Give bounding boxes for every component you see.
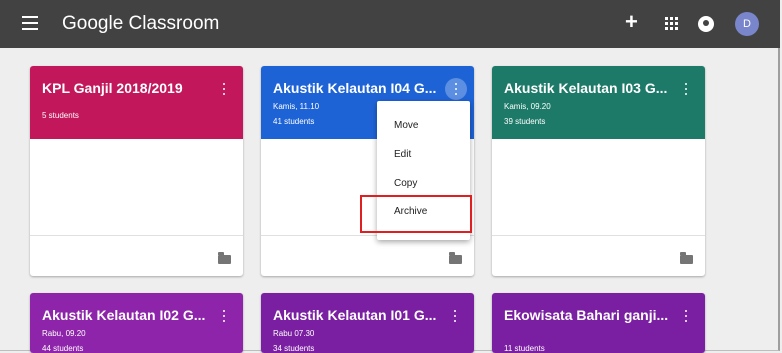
app-title[interactable]: Google Classroom	[62, 13, 219, 35]
student-count: 39 students	[504, 117, 546, 126]
card-schedule: Rabu 07.30	[273, 329, 315, 338]
card-title[interactable]: Ekowisata Bahari ganji...	[504, 307, 668, 323]
menu-icon[interactable]	[22, 16, 38, 30]
student-count: 5 students	[42, 111, 79, 120]
card-header[interactable]: Akustik Kelautan I03 G... Kamis, 09.20 3…	[492, 66, 705, 139]
folder-icon[interactable]	[449, 252, 462, 264]
more-options-icon[interactable]	[445, 78, 467, 100]
notification-icon[interactable]	[698, 16, 714, 32]
card-footer	[261, 235, 474, 276]
card-header[interactable]: Ekowisata Bahari ganji... 11 students	[492, 293, 705, 353]
card-header[interactable]: Akustik Kelautan I02 G... Rabu, 09.20 44…	[30, 293, 243, 353]
class-card[interactable]: Ekowisata Bahari ganji... 11 students	[492, 293, 705, 353]
card-title[interactable]: Akustik Kelautan I04 G...	[273, 80, 436, 96]
menu-item-copy[interactable]: Copy	[377, 171, 470, 197]
more-options-icon[interactable]	[679, 307, 693, 325]
card-schedule: Kamis, 09.20	[504, 102, 551, 111]
card-title[interactable]: KPL Ganjil 2018/2019	[42, 80, 183, 96]
class-card[interactable]: KPL Ganjil 2018/2019 5 students	[30, 66, 243, 276]
more-options-icon[interactable]	[217, 307, 231, 325]
menu-item-edit[interactable]: Edit	[377, 142, 470, 168]
avatar[interactable]: D	[735, 12, 759, 36]
card-footer	[30, 235, 243, 276]
card-title[interactable]: Akustik Kelautan I03 G...	[504, 80, 667, 96]
card-schedule: Rabu, 09.20	[42, 329, 86, 338]
card-header[interactable]: Akustik Kelautan I01 G... Rabu 07.30 34 …	[261, 293, 474, 353]
student-count: 41 students	[273, 117, 315, 126]
menu-item-move[interactable]: Move	[377, 113, 470, 139]
archive-highlight-box	[360, 195, 472, 233]
folder-icon[interactable]	[218, 252, 231, 264]
folder-icon[interactable]	[680, 252, 693, 264]
class-card[interactable]: Akustik Kelautan I03 G... Kamis, 09.20 3…	[492, 66, 705, 276]
window-frame: Google Classroom + D KPL Ganjil 2018/201…	[0, 0, 780, 353]
card-header[interactable]: KPL Ganjil 2018/2019 5 students	[30, 66, 243, 139]
card-schedule: Kamis, 11.10	[273, 102, 320, 111]
apps-grid-icon[interactable]	[665, 17, 679, 31]
plus-icon[interactable]: +	[625, 11, 638, 33]
more-options-icon[interactable]	[448, 307, 462, 325]
class-card[interactable]: Akustik Kelautan I02 G... Rabu, 09.20 44…	[30, 293, 243, 353]
more-options-icon[interactable]	[679, 80, 693, 98]
more-options-icon[interactable]	[217, 80, 231, 98]
card-title[interactable]: Akustik Kelautan I02 G...	[42, 307, 205, 323]
card-title[interactable]: Akustik Kelautan I01 G...	[273, 307, 436, 323]
top-app-bar: Google Classroom + D	[0, 0, 780, 48]
card-footer	[492, 235, 705, 276]
class-card[interactable]: Akustik Kelautan I01 G... Rabu 07.30 34 …	[261, 293, 474, 353]
